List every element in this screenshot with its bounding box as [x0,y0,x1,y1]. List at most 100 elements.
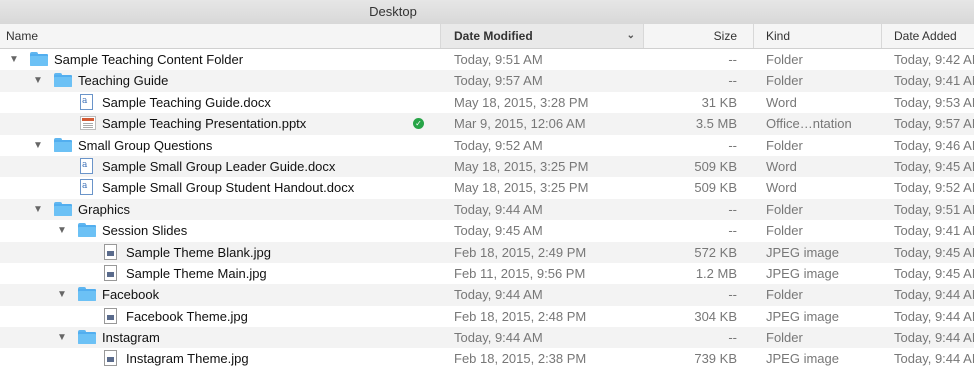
kind-cell: Folder [766,287,803,303]
word-document-icon: a [80,179,93,196]
item-name: Instagram [102,330,160,346]
folder-icon [78,330,96,345]
item-name: Sample Teaching Guide.docx [102,94,271,110]
disclosure-triangle-icon[interactable]: ▼ [56,284,68,305]
column-header-date-modified-label: Date Modified [454,29,533,43]
file-list: ▼ Sample Teaching Content Folder Today, 9:… [0,49,974,370]
disclosure-triangle-icon[interactable]: ▼ [8,49,20,70]
item-name: Facebook [102,287,160,303]
name-cell: ▼ Session Slides [0,220,438,241]
folder-row[interactable]: ▼ Facebook Today, 9:44 AM -- Folder Today, 9:… [0,284,974,306]
date-added-cell: Today, 9:51 AM [894,201,974,217]
disclosure-triangle-icon[interactable]: ▼ [56,220,68,241]
name-cell: a Sample Teaching Guide.docx [0,92,438,113]
window-titlebar[interactable]: Desktop [0,0,974,25]
folder-icon [54,73,72,88]
date-modified-cell: Today, 9:45 AM [454,223,543,239]
kind-cell: Folder [766,223,803,239]
kind-cell: JPEG image [766,308,839,324]
folder-row[interactable]: ▼ Session Slides Today, 9:45 AM -- Folder Tod… [0,220,974,241]
size-cell: -- [728,137,737,153]
date-added-cell: Today, 9:41 AM [894,73,974,89]
item-name: Facebook Theme.jpg [126,308,248,324]
file-row[interactable]: Facebook Theme.jpg Feb 18, 2015, 2:48 PM 3… [0,306,974,327]
kind-cell: Word [766,158,797,174]
date-modified-cell: Feb 18, 2015, 2:49 PM [454,244,587,260]
date-added-cell: Today, 9:45 AM [894,265,974,281]
column-header-date-modified[interactable]: Date Modified ⌄ [440,24,643,48]
date-added-cell: Today, 9:44 AM [894,330,974,346]
kind-cell: Folder [766,52,803,67]
jpeg-image-icon [104,307,117,324]
name-cell: Sample Theme Main.jpg [0,263,438,284]
jpeg-image-icon [104,243,117,260]
name-cell: ▼ Graphics [0,199,438,220]
size-cell: 1.2 MB [695,265,737,281]
name-cell: Facebook Theme.jpg [0,306,438,327]
disclosure-triangle-icon[interactable]: ▼ [56,327,68,348]
size-cell: 739 KB [694,351,737,367]
word-document-icon: a [80,157,93,174]
name-cell: Instagram Theme.jpg [0,348,438,369]
column-header-size[interactable]: Size [643,24,753,48]
jpeg-image-icon [104,350,117,367]
item-name: Sample Teaching Content Folder [54,52,244,67]
kind-cell: Word [766,180,797,196]
name-cell: a Sample Small Group Student Handout.docx [0,177,438,198]
date-added-cell: Today, 9:53 AM [894,94,974,110]
item-name: Session Slides [102,223,188,239]
size-cell: -- [728,52,737,67]
item-name: Sample Theme Main.jpg [126,265,267,281]
kind-cell: Folder [766,201,803,217]
kind-cell: JPEG image [766,265,839,281]
size-cell: 3.5 MB [695,116,737,132]
file-row[interactable]: Sample Teaching Presentation.pptx ✓ Mar 9,… [0,113,974,135]
kind-cell: Folder [766,330,803,346]
folder-row[interactable]: ▼ Small Group Questions Today, 9:52 AM -- Fo… [0,135,974,156]
item-name: Sample Teaching Presentation.pptx [102,116,307,132]
file-row[interactable]: Instagram Theme.jpg Feb 18, 2015, 2:38 PM… [0,348,974,369]
folder-row[interactable]: ▼ Sample Teaching Content Folder Today, 9:… [0,49,974,70]
folder-row[interactable]: ▼ Graphics Today, 9:44 AM -- Folder Today, 9:… [0,198,974,221]
kind-cell: JPEG image [766,351,839,367]
disclosure-triangle-icon[interactable]: ▼ [32,135,44,156]
date-modified-cell: May 18, 2015, 3:25 PM [454,158,589,174]
folder-row[interactable]: ▼ Teaching Guide Today, 9:57 AM -- Folder Tod… [0,70,974,92]
column-header-kind[interactable]: Kind [753,24,881,48]
disclosure-triangle-icon[interactable]: ▼ [32,199,44,220]
item-name: Small Group Questions [78,137,213,153]
kind-cell: Word [766,94,797,110]
name-cell: Sample Teaching Presentation.pptx ✓ [0,113,438,134]
powerpoint-document-icon [80,116,96,131]
file-row[interactable]: a Sample Teaching Guide.docx May 18, 2015,… [0,92,974,113]
date-modified-cell: Today, 9:51 AM [454,52,543,67]
file-row[interactable]: Sample Theme Main.jpg Feb 11, 2015, 9:56 … [0,263,974,284]
folder-icon [78,287,96,302]
item-name: Sample Theme Blank.jpg [126,244,272,260]
date-added-cell: Today, 9:44 AM [894,308,974,324]
sort-descending-icon: ⌄ [626,30,635,41]
date-modified-cell: Feb 11, 2015, 9:56 PM [454,265,586,281]
column-header-date-added[interactable]: Date Added [881,24,974,48]
file-row[interactable]: a Sample Small Group Student Handout.docx… [0,177,974,198]
item-name: Sample Small Group Student Handout.docx [102,180,355,196]
name-cell: ▼ Teaching Guide [0,70,438,91]
item-name: Sample Small Group Leader Guide.docx [102,158,336,174]
column-header-bar: Name Date Modified ⌄ Size Kind Date Adde… [0,24,974,49]
kind-cell: Office…ntation [766,116,852,132]
item-name: Instagram Theme.jpg [126,351,249,367]
file-row[interactable]: a Sample Small Group Leader Guide.docx May… [0,155,974,178]
date-modified-cell: Today, 9:52 AM [454,137,543,153]
column-header-name[interactable]: Name [0,24,440,48]
file-row[interactable]: Sample Theme Blank.jpg Feb 18, 2015, 2:49… [0,241,974,263]
window-title: Desktop [369,4,417,19]
date-added-cell: Today, 9:45 AM [894,244,974,260]
sync-status-check-icon: ✓ [413,118,424,130]
date-added-cell: Today, 9:45 AM [894,158,974,174]
word-document-icon: a [80,93,93,110]
folder-row[interactable]: ▼ Instagram Today, 9:44 AM -- Folder Today, 9… [0,327,974,349]
disclosure-triangle-icon[interactable]: ▼ [32,70,44,91]
kind-cell: Folder [766,137,803,153]
date-added-cell: Today, 9:57 AM [894,116,974,132]
name-cell: a Sample Small Group Leader Guide.docx [0,156,438,177]
